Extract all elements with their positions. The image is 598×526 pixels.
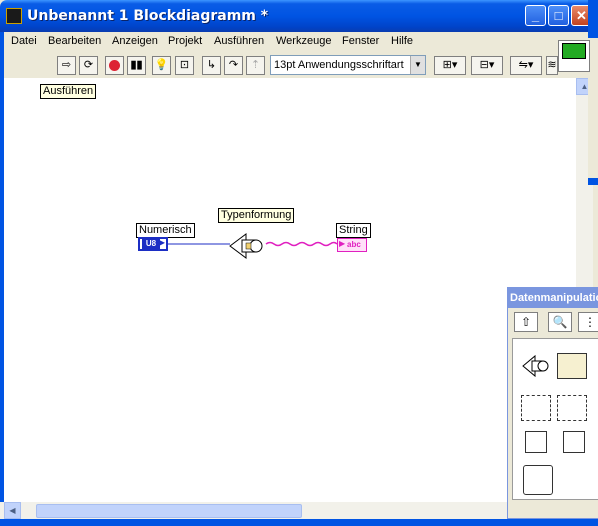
toolbar: ⇨ ⟳ ▮▮ 💡 ⊡ ↳ ↷ ⇡ 13pt Anwendungsschrifta… bbox=[4, 52, 598, 79]
split-number-icon[interactable] bbox=[521, 395, 551, 421]
menu-projekt[interactable]: Projekt bbox=[168, 35, 202, 47]
menu-bearbeiten[interactable]: Bearbeiten bbox=[48, 35, 101, 47]
flatten-palette-icon[interactable] bbox=[557, 353, 587, 379]
horizontal-scrollbar[interactable]: ◀ bbox=[0, 502, 576, 519]
view-options-icon[interactable]: ⋮ bbox=[578, 312, 598, 332]
retain-wire-values-icon[interactable]: ⊡ bbox=[175, 56, 194, 75]
step-over-icon[interactable]: ↷ bbox=[224, 56, 243, 75]
distribute-objects-icon[interactable]: ⊟▾ bbox=[471, 56, 503, 75]
scroll-left-icon[interactable]: ◀ bbox=[4, 502, 21, 519]
string-wire[interactable] bbox=[265, 241, 338, 247]
minimize-button[interactable]: _ bbox=[525, 5, 546, 26]
reorder-icon[interactable]: ⇋▾ bbox=[510, 56, 542, 75]
font-select[interactable]: 13pt Anwendungsschriftart ▼ bbox=[270, 55, 426, 75]
highlight-execution-icon[interactable]: 💡 bbox=[152, 56, 171, 75]
menu-datei[interactable]: Datei bbox=[11, 35, 37, 47]
string-label[interactable]: String bbox=[336, 223, 371, 238]
menu-hilfe[interactable]: Hilfe bbox=[391, 35, 413, 47]
vi-icon[interactable] bbox=[558, 40, 590, 72]
block-diagram-canvas[interactable]: Ausführen Numerisch U8 ▶ Typenformung St… bbox=[4, 78, 576, 502]
maximize-button[interactable]: □ bbox=[548, 5, 569, 26]
step-into-icon[interactable]: ↳ bbox=[202, 56, 221, 75]
palette-icon-grid bbox=[512, 338, 598, 500]
up-arrow-icon[interactable]: ⇧ bbox=[514, 312, 538, 332]
functions-palette[interactable]: Datenmanipulation ⇧ 🔍 ⋮ bbox=[507, 287, 598, 519]
run-continuously-icon[interactable]: ⟳ bbox=[79, 56, 98, 75]
palette-title[interactable]: Datenmanipulation bbox=[508, 288, 598, 308]
side-window-fragment[interactable] bbox=[588, 0, 598, 185]
menu-werkzeuge[interactable]: Werkzeuge bbox=[276, 35, 331, 47]
menu-fenster[interactable]: Fenster bbox=[342, 35, 379, 47]
wire-layer bbox=[168, 241, 338, 247]
string-indicator-terminal[interactable]: ▶ abc bbox=[337, 238, 367, 252]
run-arrow-icon[interactable]: ⇨ bbox=[57, 56, 76, 75]
chevron-down-icon[interactable]: ▼ bbox=[410, 56, 425, 74]
menu-bar: Datei Bearbeiten Anzeigen Projekt Ausfüh… bbox=[4, 32, 598, 52]
arrow-right-icon: ▶ bbox=[339, 239, 346, 248]
menu-ausfuehren[interactable]: Ausführen bbox=[214, 35, 264, 47]
swap-words-icon[interactable] bbox=[563, 431, 585, 453]
labview-app-icon[interactable] bbox=[6, 8, 22, 24]
step-out-icon[interactable]: ⇡ bbox=[246, 56, 265, 75]
window-border-bottom bbox=[0, 519, 598, 526]
swap-bytes-icon[interactable] bbox=[525, 431, 547, 453]
window-title: Unbenannt 1 Blockdiagramm * bbox=[27, 8, 269, 24]
abort-icon[interactable] bbox=[105, 56, 124, 75]
variant-palette-icon[interactable] bbox=[523, 465, 553, 495]
join-numbers-icon[interactable] bbox=[557, 395, 587, 421]
pause-icon[interactable]: ▮▮ bbox=[127, 56, 146, 75]
vi-icon-graphic bbox=[562, 43, 586, 59]
font-select-value: 13pt Anwendungsschriftart bbox=[274, 59, 404, 71]
cleanup-icon[interactable]: ≋ bbox=[546, 56, 558, 75]
string-type-label: abc bbox=[347, 240, 361, 249]
typecast-palette-icon[interactable] bbox=[521, 353, 551, 379]
horizontal-scroll-thumb[interactable] bbox=[36, 504, 302, 518]
menu-anzeigen[interactable]: Anzeigen bbox=[112, 35, 158, 47]
search-icon[interactable]: 🔍 bbox=[548, 312, 572, 332]
align-objects-icon[interactable]: ⊞▾ bbox=[434, 56, 466, 75]
